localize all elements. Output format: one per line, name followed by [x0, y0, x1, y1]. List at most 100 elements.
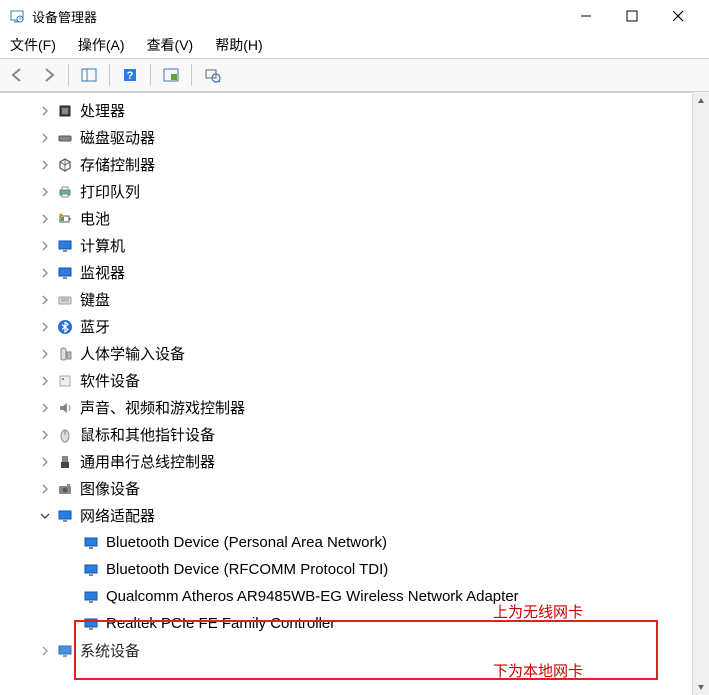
tree-node-label: 计算机 [80, 235, 125, 256]
tree-node[interactable]: 电池 [0, 205, 709, 232]
camera-icon [56, 480, 74, 498]
disk-icon [56, 129, 74, 147]
titlebar: 设备管理器 [0, 0, 709, 32]
show-hide-tree-button[interactable] [75, 62, 103, 88]
tree-node[interactable]: 存储控制器 [0, 151, 709, 178]
chevron-icon[interactable] [38, 646, 52, 656]
scroll-down-icon[interactable] [693, 678, 709, 695]
tree-node[interactable]: 计算机 [0, 232, 709, 259]
tree-node-label: 磁盘驱动器 [80, 127, 155, 148]
chevron-icon[interactable] [38, 403, 52, 413]
tree-node-label: 蓝牙 [80, 316, 110, 337]
chevron-icon[interactable] [38, 241, 52, 251]
cpu-icon [56, 102, 74, 120]
monitor-icon [56, 237, 74, 255]
tree-node[interactable]: 人体学输入设备 [0, 340, 709, 367]
nic-icon [82, 588, 100, 606]
chevron-icon[interactable] [38, 187, 52, 197]
menu-file[interactable]: 文件(F) [6, 33, 60, 57]
toolbar-separator [109, 64, 110, 86]
keyboard-icon [56, 291, 74, 309]
software-icon [56, 372, 74, 390]
tree-node[interactable]: 通用串行总线控制器 [0, 448, 709, 475]
chevron-icon[interactable] [38, 214, 52, 224]
nic-icon [82, 561, 100, 579]
menubar: 文件(F) 操作(A) 查看(V) 帮助(H) [0, 32, 709, 58]
tree-node[interactable]: 打印队列 [0, 178, 709, 205]
device-tree: 处理器磁盘驱动器存储控制器打印队列电池计算机监视器键盘蓝牙人体学输入设备软件设备… [0, 93, 709, 664]
svg-text:?: ? [127, 70, 134, 82]
tree-node[interactable]: 处理器 [0, 97, 709, 124]
tree-node-label: 声音、视频和游戏控制器 [80, 397, 245, 418]
scroll-up-icon[interactable] [693, 92, 709, 109]
tree-node-label: 打印队列 [80, 181, 140, 202]
tree-area: 处理器磁盘驱动器存储控制器打印队列电池计算机监视器键盘蓝牙人体学输入设备软件设备… [0, 92, 709, 695]
menu-view[interactable]: 查看(V) [143, 33, 198, 57]
printer-icon [56, 183, 74, 201]
tree-node[interactable]: 鼠标和其他指针设备 [0, 421, 709, 448]
tree-node[interactable]: 键盘 [0, 286, 709, 313]
annotation-top: 上为无线网卡 [493, 601, 583, 622]
nic-icon [82, 534, 100, 552]
tree-node[interactable]: 监视器 [0, 259, 709, 286]
chevron-icon[interactable] [38, 430, 52, 440]
tree-node-label: 图像设备 [80, 478, 140, 499]
chevron-icon[interactable] [38, 457, 52, 467]
tree-node[interactable]: 软件设备 [0, 367, 709, 394]
tree-node[interactable]: 蓝牙 [0, 313, 709, 340]
chevron-icon[interactable] [38, 349, 52, 359]
window-title: 设备管理器 [32, 7, 563, 26]
tree-child-label: Bluetooth Device (RFCOMM Protocol TDI) [106, 561, 388, 578]
chevron-icon[interactable] [38, 268, 52, 278]
menu-help[interactable]: 帮助(H) [211, 33, 266, 57]
tree-node-label: 软件设备 [80, 370, 140, 391]
tree-node[interactable]: 磁盘驱动器 [0, 124, 709, 151]
chevron-icon[interactable] [38, 484, 52, 494]
chevron-icon[interactable] [38, 376, 52, 386]
tree-node-label: 电池 [80, 208, 110, 229]
hid-icon [56, 345, 74, 363]
tree-node-label: 通用串行总线控制器 [80, 451, 215, 472]
chevron-icon[interactable] [38, 133, 52, 143]
annotation-bottom: 下为本地网卡 [493, 660, 583, 681]
action-button[interactable] [157, 62, 185, 88]
tree-child-node[interactable]: Bluetooth Device (Personal Area Network) [0, 529, 709, 556]
forward-button[interactable] [34, 62, 62, 88]
tree-child-label: Realtek PCIe FE Family Controller [106, 615, 335, 632]
storage-icon [56, 156, 74, 174]
chevron-icon[interactable] [38, 511, 52, 521]
tree-node[interactable]: 声音、视频和游戏控制器 [0, 394, 709, 421]
tree-child-node[interactable]: Bluetooth Device (RFCOMM Protocol TDI) [0, 556, 709, 583]
chevron-icon[interactable] [38, 160, 52, 170]
app-icon [8, 7, 26, 25]
window-controls [563, 0, 701, 32]
tree-node[interactable]: 系统设备 [0, 637, 709, 664]
monitor-icon [56, 642, 74, 660]
vertical-scrollbar[interactable] [692, 92, 709, 695]
chevron-icon[interactable] [38, 295, 52, 305]
tree-node-label: 鼠标和其他指针设备 [80, 424, 215, 445]
tree-node-label: 处理器 [80, 100, 125, 121]
minimize-button[interactable] [563, 0, 609, 32]
sound-icon [56, 399, 74, 417]
help-button[interactable]: ? [116, 62, 144, 88]
tree-child-label: Bluetooth Device (Personal Area Network) [106, 534, 387, 551]
tree-node-label: 网络适配器 [80, 505, 155, 526]
back-button[interactable] [4, 62, 32, 88]
tree-child-node[interactable]: Realtek PCIe FE Family Controller [0, 610, 709, 637]
tree-node[interactable]: 图像设备 [0, 475, 709, 502]
chevron-icon[interactable] [38, 106, 52, 116]
tree-child-node[interactable]: Qualcomm Atheros AR9485WB-EG Wireless Ne… [0, 583, 709, 610]
chevron-icon[interactable] [38, 322, 52, 332]
toolbar-separator [150, 64, 151, 86]
tree-node-label: 存储控制器 [80, 154, 155, 175]
tree-node[interactable]: 网络适配器 [0, 502, 709, 529]
mouse-icon [56, 426, 74, 444]
close-button[interactable] [655, 0, 701, 32]
menu-action[interactable]: 操作(A) [74, 33, 129, 57]
tree-child-label: Qualcomm Atheros AR9485WB-EG Wireless Ne… [106, 588, 519, 605]
scan-hardware-button[interactable] [198, 62, 226, 88]
toolbar-separator [191, 64, 192, 86]
maximize-button[interactable] [609, 0, 655, 32]
battery-icon [56, 210, 74, 228]
